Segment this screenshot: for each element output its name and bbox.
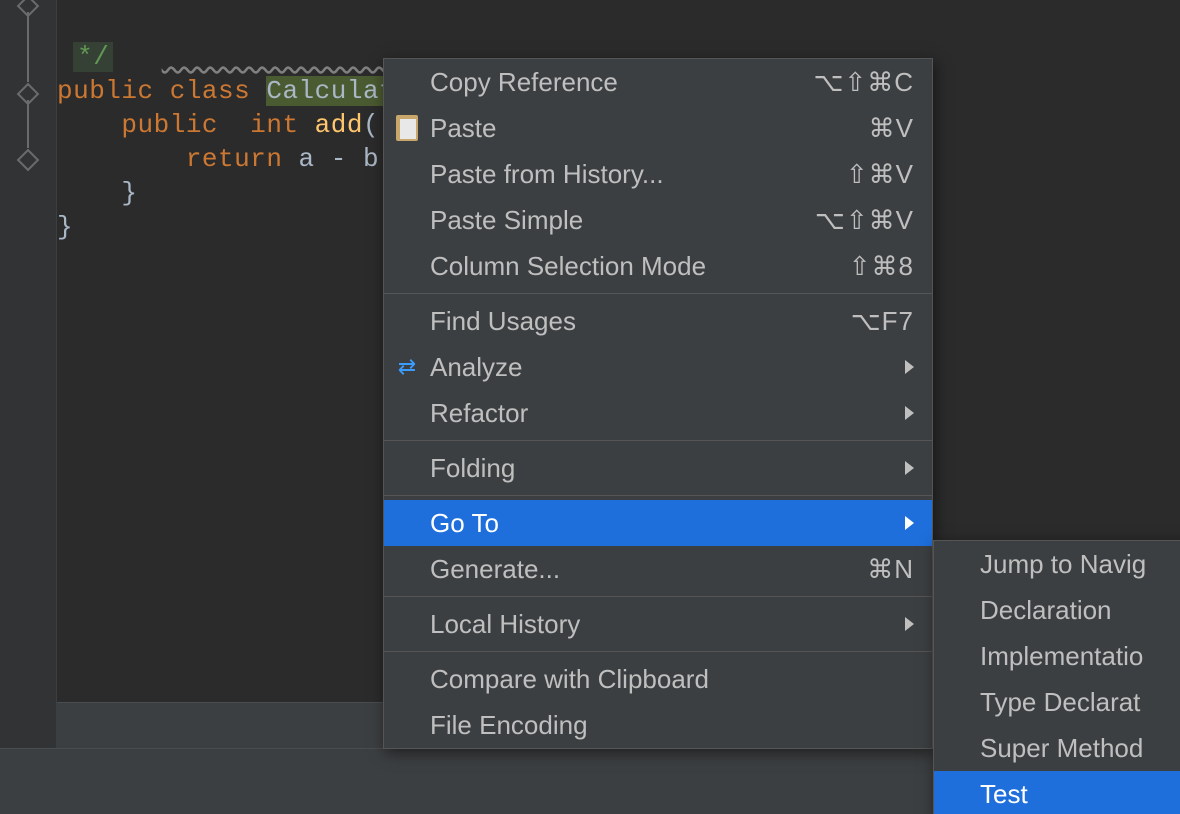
menu-label: Jump to Navig [980, 549, 1180, 580]
menu-label: Declaration [980, 595, 1180, 626]
menu-label: Super Method [980, 733, 1180, 764]
blank-icon [392, 508, 422, 538]
menu-item-paste[interactable]: Paste ⌘V [384, 105, 932, 151]
menu-item-generate[interactable]: Generate... ⌘N [384, 546, 932, 592]
blank-icon [392, 159, 422, 189]
menu-label: Analyze [430, 352, 897, 383]
menu-label: Local History [430, 609, 897, 640]
menu-label: Paste from History... [430, 159, 846, 190]
blank-icon [392, 205, 422, 235]
menu-label: Paste Simple [430, 205, 815, 236]
menu-label: Refactor [430, 398, 897, 429]
menu-item-column-selection[interactable]: Column Selection Mode ⇧⌘8 [384, 243, 932, 289]
code-line: } [57, 178, 138, 208]
menu-item-go-to[interactable]: Go To [384, 500, 932, 546]
menu-separator [384, 440, 932, 441]
menu-item-paste-history[interactable]: Paste from History... ⇧⌘V [384, 151, 932, 197]
menu-separator [384, 293, 932, 294]
blank-icon [392, 609, 422, 639]
submenu-arrow-icon [905, 406, 914, 420]
submenu-item-jump-nav[interactable]: Jump to Navig [934, 541, 1180, 587]
submenu-item-declaration[interactable]: Declaration [934, 587, 1180, 633]
fold-marker-icon[interactable] [17, 149, 40, 172]
paste-icon [392, 113, 422, 143]
submenu-arrow-icon [905, 516, 914, 530]
blank-icon [392, 664, 422, 694]
menu-label: Implementatio [980, 641, 1180, 672]
menu-shortcut: ⌥⇧⌘V [815, 205, 914, 236]
menu-label: Test [980, 779, 1180, 810]
context-menu: Copy Reference ⌥⇧⌘C Paste ⌘V Paste from … [383, 58, 933, 749]
menu-label: Folding [430, 453, 897, 484]
menu-separator [384, 596, 932, 597]
blank-icon [392, 398, 422, 428]
submenu-arrow-icon [905, 461, 914, 475]
menu-item-compare-clipboard[interactable]: Compare with Clipboard [384, 656, 932, 702]
blank-icon [392, 306, 422, 336]
menu-separator [384, 495, 932, 496]
menu-label: Find Usages [430, 306, 851, 337]
blank-icon [392, 251, 422, 281]
menu-item-analyze[interactable]: ⇄ Analyze [384, 344, 932, 390]
menu-shortcut: ⇧⌘V [846, 159, 914, 190]
analyze-icon: ⇄ [392, 352, 422, 382]
submenu-arrow-icon [905, 617, 914, 631]
menu-shortcut: ⌘N [867, 554, 914, 585]
menu-item-folding[interactable]: Folding [384, 445, 932, 491]
code-line: return a - b [57, 144, 379, 174]
menu-label: File Encoding [430, 710, 914, 741]
menu-shortcut: ⌘V [869, 113, 914, 144]
blank-icon [392, 67, 422, 97]
menu-item-copy-reference[interactable]: Copy Reference ⌥⇧⌘C [384, 59, 932, 105]
submenu-item-super-method[interactable]: Super Method [934, 725, 1180, 771]
ide-editor: */ public class Calculator { public int … [0, 0, 1180, 814]
menu-label: Generate... [430, 554, 867, 585]
code-line: } [57, 212, 73, 242]
submenu-item-test[interactable]: Test [934, 771, 1180, 814]
menu-label: Copy Reference [430, 67, 813, 98]
comment-end: */ [57, 42, 387, 72]
menu-label: Type Declarat [980, 687, 1180, 718]
blank-icon [392, 554, 422, 584]
menu-shortcut: ⇧⌘8 [849, 251, 914, 282]
submenu-item-type-declaration[interactable]: Type Declarat [934, 679, 1180, 725]
menu-item-refactor[interactable]: Refactor [384, 390, 932, 436]
menu-item-paste-simple[interactable]: Paste Simple ⌥⇧⌘V [384, 197, 932, 243]
submenu-arrow-icon [905, 360, 914, 374]
fold-line-icon [27, 12, 29, 82]
menu-label: Compare with Clipboard [430, 664, 914, 695]
menu-label: Go To [430, 508, 897, 539]
menu-shortcut: ⌥F7 [851, 306, 914, 337]
code-line: public int add( [57, 110, 379, 140]
menu-item-find-usages[interactable]: Find Usages ⌥F7 [384, 298, 932, 344]
blank-icon [392, 453, 422, 483]
menu-label: Paste [430, 113, 869, 144]
blank-icon [392, 710, 422, 740]
go-to-submenu: Jump to Navig Declaration Implementatio … [933, 540, 1180, 814]
menu-item-file-encoding[interactable]: File Encoding [384, 702, 932, 748]
editor-gutter [0, 0, 57, 814]
menu-item-local-history[interactable]: Local History [384, 601, 932, 647]
menu-separator [384, 651, 932, 652]
fold-line-icon [27, 100, 29, 148]
menu-shortcut: ⌥⇧⌘C [813, 67, 914, 98]
submenu-item-implementation[interactable]: Implementatio [934, 633, 1180, 679]
menu-label: Column Selection Mode [430, 251, 849, 282]
